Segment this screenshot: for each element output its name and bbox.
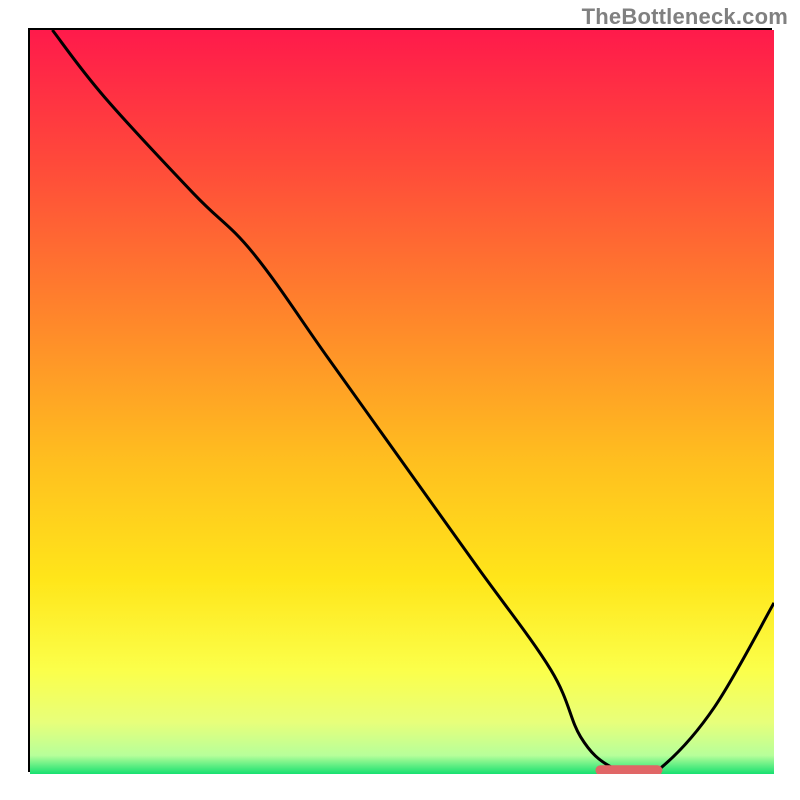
plot-area xyxy=(28,28,772,772)
optimum-marker xyxy=(595,765,662,774)
gradient-background xyxy=(30,30,774,774)
chart-svg xyxy=(30,30,774,774)
chart-frame: TheBottleneck.com xyxy=(0,0,800,800)
watermark-text: TheBottleneck.com xyxy=(582,4,788,30)
